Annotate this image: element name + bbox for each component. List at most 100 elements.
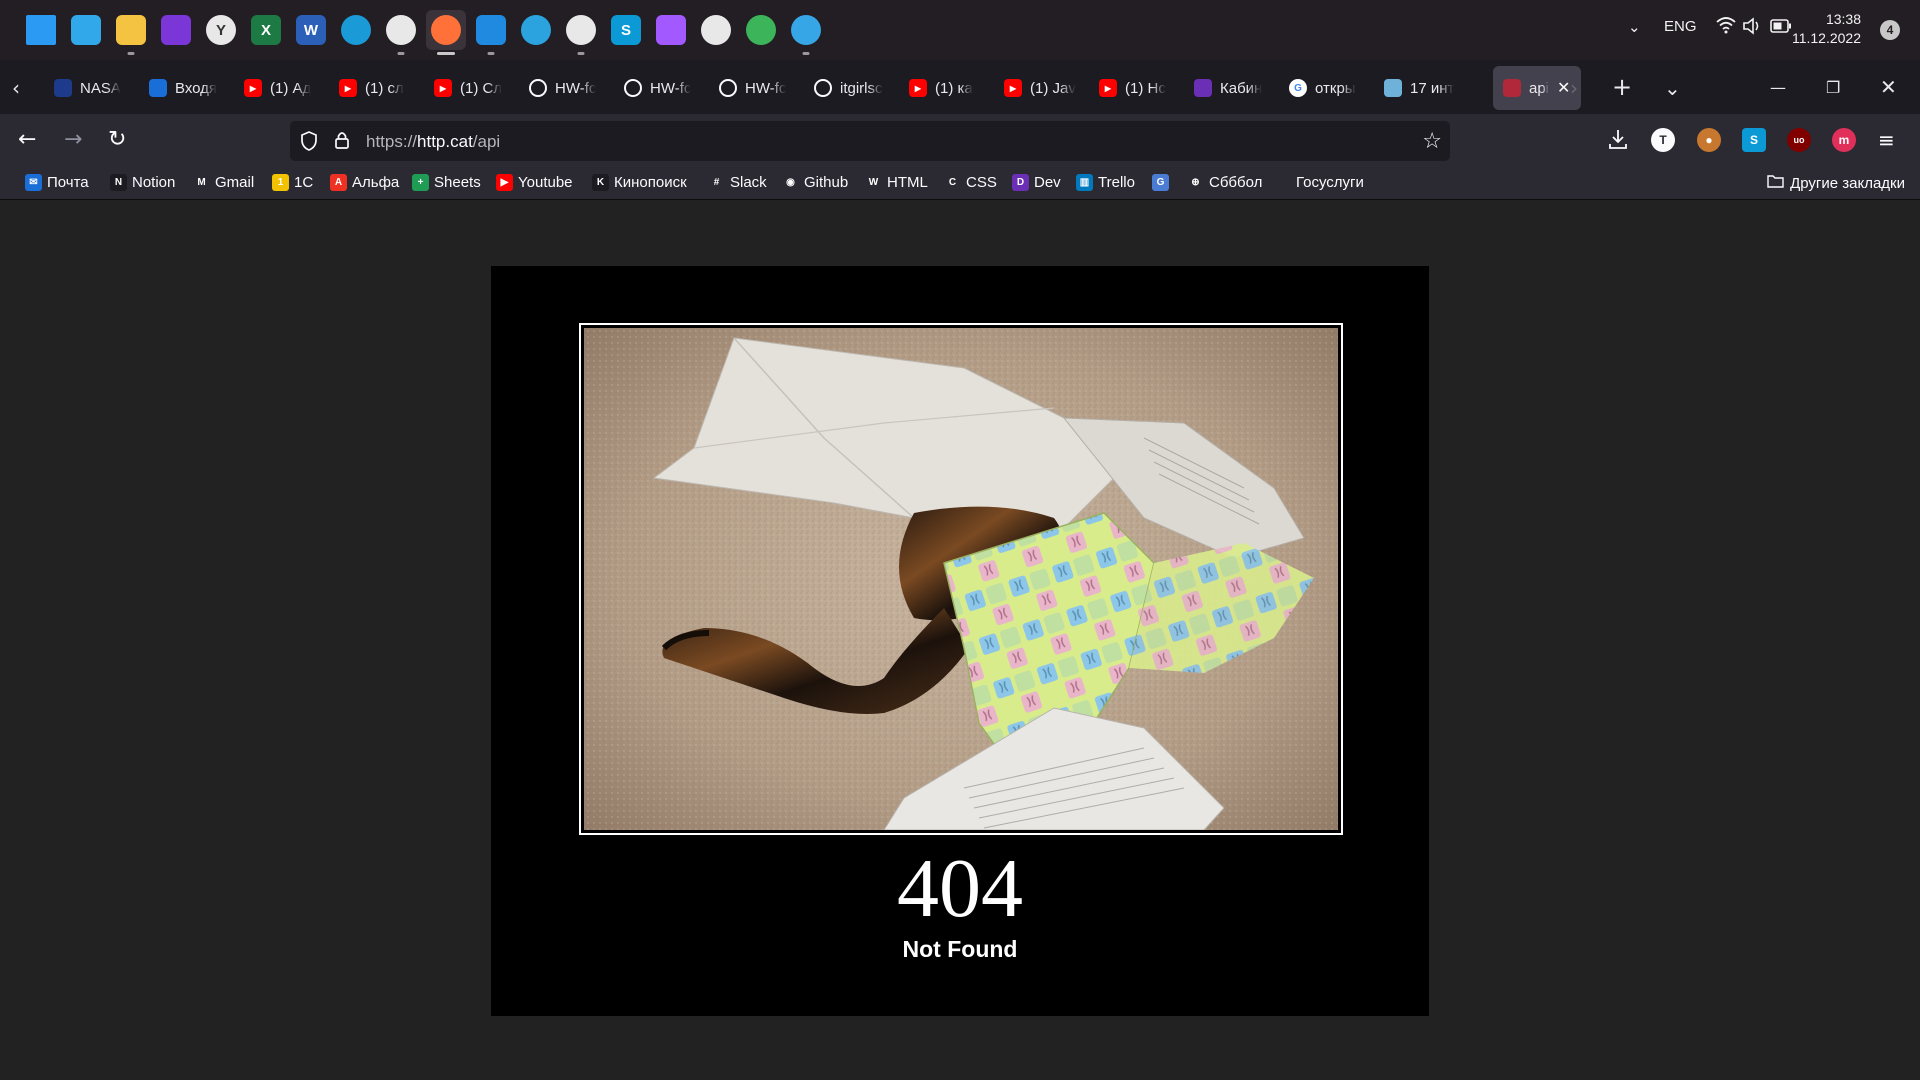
bookmark-item[interactable]: + Sheets [412,174,481,191]
taskbar-app-whiteboard[interactable] [66,10,106,50]
browser-tab[interactable]: HW-fc [515,66,607,110]
bookmark-item[interactable]: ✉ Почта [25,174,89,191]
bookmark-item[interactable]: ◉ Github [782,174,848,191]
excel-icon: X [251,15,281,45]
extension-t-icon[interactable]: T [1651,128,1675,152]
browser-tab[interactable]: NASA [40,66,132,110]
clock-time: 13:38 [1825,11,1861,27]
github-icon [529,79,547,97]
taskbar-app-send-app[interactable] [741,10,781,50]
extension-m-icon[interactable]: m [1832,128,1856,152]
bookmark-item[interactable]: # Slack [708,174,767,191]
chevron-left-icon[interactable]: ‹ [12,76,20,100]
browser-tab[interactable]: Gоткры [1275,66,1367,110]
restore-button[interactable]: ❐ [1826,78,1840,97]
taskbar-app-excel[interactable]: X [246,10,286,50]
notification-badge[interactable]: 4 [1880,20,1900,40]
chevron-up-icon[interactable]: ⌄ [1628,18,1641,36]
taskbar-app-chrome[interactable] [381,10,421,55]
taskbar-app-paint-app[interactable] [786,10,826,55]
browser-tab[interactable]: ▶ (1) Сл [420,66,512,110]
forward-button[interactable]: → [64,127,82,152]
mail-icon [149,79,167,97]
shield-icon[interactable] [300,131,318,156]
taskbar-app-skype[interactable]: S [606,10,646,50]
new-tab-button[interactable]: + [1612,73,1632,101]
kinopoisk-icon: K [592,174,609,191]
taskbar-app-yandex-browser[interactable]: Y [201,10,241,50]
bookmark-item[interactable]: W HTML [865,174,928,191]
bookmark-item[interactable]: ▥ Trello [1076,174,1135,191]
clock-date: 11.12.2022 [1791,30,1861,46]
browser-tab[interactable]: Входя [135,66,227,110]
extension-bear-icon[interactable]: ● [1697,128,1721,152]
taskbar-app-figma[interactable] [651,10,691,50]
trello-icon: ▥ [1076,174,1093,191]
bookmark-item[interactable]: N Notion [110,174,175,191]
close-window-button[interactable]: ✕ [1880,75,1897,99]
browser-tab[interactable]: itgirlsc [800,66,892,110]
bookmark-label: Кинопоиск [614,174,687,191]
downloads-icon[interactable] [1608,128,1628,156]
browser-tab[interactable]: ▶ (1) Ад [230,66,322,110]
extension-s-icon[interactable]: S [1742,128,1766,152]
lock-icon[interactable] [334,130,350,155]
bookmark-item[interactable]: Госуслуги [1296,174,1364,191]
browser-tab[interactable]: ▶ (1) сл [325,66,417,110]
browser-tab[interactable]: 17 инт [1370,66,1462,110]
taskbar-app-slack[interactable] [561,10,601,55]
bookmark-item[interactable]: A Альфа [330,174,399,191]
ublock-icon[interactable]: uo [1787,128,1811,152]
volume-icon[interactable] [1742,17,1762,39]
taskbar-app-word[interactable]: W [291,10,331,50]
taskbar-app-firefox[interactable] [426,10,466,55]
browser-tab[interactable]: ▶ (1) Hc [1085,66,1177,110]
bookmark-item[interactable]: ⊕ Сбббол [1187,174,1262,191]
browser-tab[interactable]: ▶ (1) ка [895,66,987,110]
minimize-button[interactable]: — [1770,78,1786,97]
taskbar-app-edge[interactable] [336,10,376,50]
bookmark-item[interactable]: ▶ Youtube [496,174,573,191]
taskbar-app-file-explorer[interactable] [111,10,151,55]
taskbar-app-git-tool[interactable] [696,10,736,50]
browser-tab[interactable]: api ✕ [1493,66,1581,110]
close-tab-icon[interactable]: ✕ [1557,78,1570,98]
browser-tab[interactable]: ▶ (1) Jav [990,66,1082,110]
running-indicator [127,52,135,55]
taskbar-app-podcasts[interactable] [156,10,196,50]
page-content: 404 Not Found [0,200,1920,1080]
nasa-icon [54,79,72,97]
bookmark-item[interactable]: C CSS [944,174,997,191]
status-text: Not Found [902,936,1018,962]
chevron-right-icon[interactable]: › [1570,76,1578,100]
bookmark-item[interactable]: 1 1С [272,174,313,191]
bookmark-item[interactable]: M Gmail [193,174,254,191]
bookmark-label: Альфа [352,174,400,191]
back-button[interactable]: ← [18,127,36,152]
bookmark-label: Почта [47,174,89,191]
url-bar[interactable]: https://http.cat/api ☆ [290,121,1450,161]
taskbar-app-telegram[interactable] [516,10,556,50]
browser-tab[interactable]: HW-fc [705,66,797,110]
clock[interactable]: 13:38 11.12.2022 [1792,10,1861,48]
bookmark-item[interactable]: K Кинопоиск [592,174,687,191]
cat-photo [584,328,1338,830]
menu-icon[interactable]: ≡ [1878,128,1895,152]
github-icon [624,79,642,97]
taskbar-app-start[interactable] [21,10,61,50]
wifi-icon[interactable] [1716,16,1736,38]
language-indicator[interactable]: ENG [1664,18,1697,35]
reload-button[interactable]: ↻ [108,127,126,152]
youtube-icon: ▶ [1004,79,1022,97]
star-icon[interactable]: ☆ [1422,128,1442,154]
bookmark-label: HTML [887,174,928,191]
browser-tab[interactable]: HW-fc [610,66,702,110]
browser-tab[interactable]: Кабин [1180,66,1272,110]
taskbar-app-vscode[interactable] [471,10,511,55]
list-all-tabs-button[interactable]: ⌄ [1664,76,1681,100]
bookmark-item[interactable]: D Dev [1012,174,1061,191]
battery-icon[interactable] [1770,19,1792,37]
other-bookmarks[interactable]: Другие закладки [1767,174,1905,192]
bookmark-item[interactable]: G [1152,174,1174,191]
url-text[interactable]: https://http.cat/api [366,132,500,152]
